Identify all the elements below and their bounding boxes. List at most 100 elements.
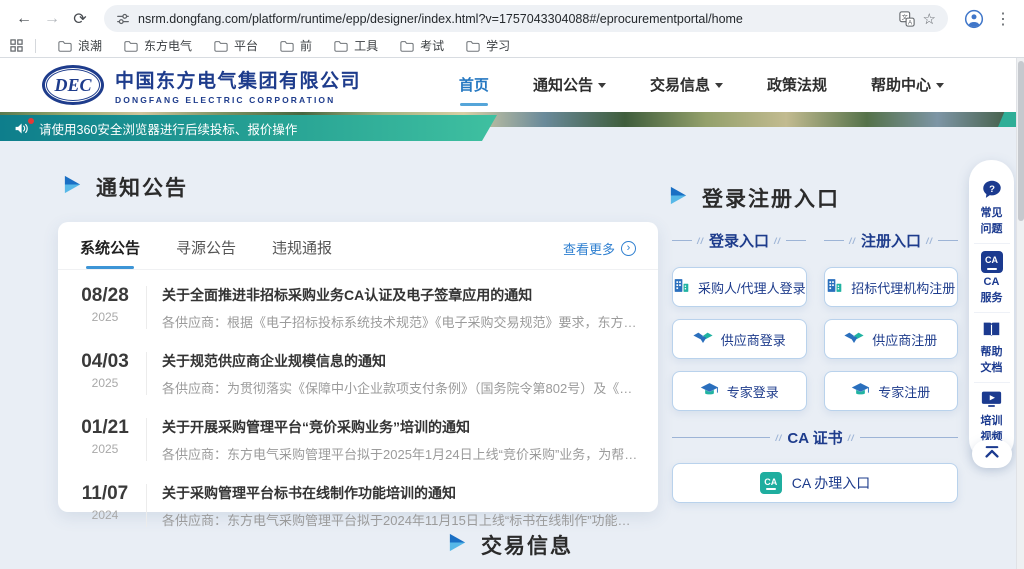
translate-icon[interactable]: 文A xyxy=(899,11,915,27)
folder-icon xyxy=(334,40,348,52)
tab-sourcing-notices[interactable]: 寻源公告 xyxy=(176,237,236,269)
refresh-button[interactable]: ⟳ xyxy=(66,6,94,32)
help-docs-shortcut[interactable]: 帮助 文档 xyxy=(974,312,1010,382)
divider xyxy=(146,484,147,527)
notice-desc: 各供应商：根据《电子招标投标系统技术规范》《电子采购交易规范》要求，东方电气采购… xyxy=(162,312,638,331)
menu-icon[interactable]: ⋮ xyxy=(992,9,1014,29)
bookmark-label: 平台 xyxy=(234,37,258,54)
folder-icon xyxy=(124,40,138,52)
section-arrow-icon xyxy=(668,185,689,211)
bookmark-folder[interactable]: 平台 xyxy=(206,35,266,56)
notice-item[interactable]: 08/28 2025 关于全面推进非招标采购业务CA认证及电子签章应用的通知 各… xyxy=(74,274,638,340)
back-to-top-button[interactable] xyxy=(972,440,1012,468)
divider: // xyxy=(697,236,704,246)
tune-icon[interactable] xyxy=(116,12,130,26)
expert-register-button[interactable]: 专家注册 xyxy=(824,371,958,411)
bookmark-folder[interactable]: 工具 xyxy=(326,35,386,56)
bookmark-star-icon[interactable]: ☆ xyxy=(923,10,936,28)
folder-icon xyxy=(400,40,414,52)
tab-system-notices[interactable]: 系统公告 xyxy=(80,237,140,269)
browser-notice-banner: 请使用360安全浏览器进行后续投标、报价操作 xyxy=(0,115,497,141)
sidebar-label: CA xyxy=(984,276,1000,289)
sidebar-label: 服务 xyxy=(981,292,1003,305)
folder-icon xyxy=(466,40,480,52)
divider: // xyxy=(849,236,856,246)
nav-home[interactable]: 首页 xyxy=(459,74,489,97)
faq-shortcut[interactable]: ? 常见 问题 xyxy=(974,172,1010,243)
ca-service-shortcut[interactable]: CA CA 服务 xyxy=(974,243,1010,312)
page-scrollbar[interactable] xyxy=(1016,58,1024,569)
divider xyxy=(672,240,692,241)
company-name-en: DONGFANG ELECTRIC CORPORATION xyxy=(115,95,361,105)
company-name-cn: 中国东方电气集团有限公司 xyxy=(115,66,361,93)
handshake-icon xyxy=(693,331,713,348)
profile-icon[interactable] xyxy=(964,9,984,29)
buyer-agent-login-button[interactable]: 采购人/代理人登录 xyxy=(672,267,807,307)
expert-login-button[interactable]: 专家登录 xyxy=(672,371,807,411)
notice-title[interactable]: 关于采购管理平台标书在线制作功能培训的通知 xyxy=(162,483,638,503)
company-logo[interactable]: DEC 中国东方电气集团有限公司 DONGFANG ELECTRIC CORPO… xyxy=(42,65,361,105)
video-icon xyxy=(981,390,1002,412)
supplier-login-button[interactable]: 供应商登录 xyxy=(672,319,807,359)
nav-policy[interactable]: 政策法规 xyxy=(767,74,827,97)
divider: // xyxy=(775,433,782,443)
notice-title[interactable]: 关于全面推进非招标采购业务CA认证及电子签章应用的通知 xyxy=(162,285,638,305)
gradcap-icon xyxy=(700,382,719,400)
divider xyxy=(786,240,806,241)
notice-title[interactable]: 关于开展采购管理平台“竞价采购业务”培训的通知 xyxy=(162,417,638,437)
handshake-icon xyxy=(844,331,864,348)
browser-chrome: ← → ⟳ nsrm.dongfang.com/platform/runtime… xyxy=(0,0,1024,58)
tab-violation-reports[interactable]: 违规通报 xyxy=(272,237,332,269)
nav-help[interactable]: 帮助中心 xyxy=(871,74,944,97)
nav-trade[interactable]: 交易信息 xyxy=(650,74,723,97)
bookmark-label: 东方电气 xyxy=(144,37,192,54)
sidebar-label: 文档 xyxy=(981,362,1003,375)
scrollbar-thumb[interactable] xyxy=(1018,61,1024,221)
main-nav: 首页 通知公告 交易信息 政策法规 帮助中心 xyxy=(459,74,944,97)
notice-body: 关于采购管理平台标书在线制作功能培训的通知 各供应商：东方电气采购管理平台拟于2… xyxy=(162,482,638,529)
chevron-down-icon xyxy=(936,83,944,88)
ca-apply-button[interactable]: CA CA 办理入口 xyxy=(672,463,958,503)
folder-icon xyxy=(58,40,72,52)
bookmark-folder[interactable]: 学习 xyxy=(458,35,518,56)
notice-item[interactable]: 11/07 2024 关于采购管理平台标书在线制作功能培训的通知 各供应商：东方… xyxy=(74,472,638,538)
button-label: 专家注册 xyxy=(878,382,930,401)
login-section-title: 登录注册入口 xyxy=(702,183,840,213)
chevron-down-icon xyxy=(715,83,723,88)
bookmark-label: 浪潮 xyxy=(78,37,102,54)
notice-date-year: 2024 xyxy=(74,508,136,522)
bookmark-label: 学习 xyxy=(486,37,510,54)
apps-grid-icon[interactable] xyxy=(10,39,23,52)
ca-badge-text: CA xyxy=(764,477,777,487)
bookmark-label: 工具 xyxy=(354,37,378,54)
notice-date-year: 2025 xyxy=(74,376,136,390)
bidding-agency-register-button[interactable]: 招标代理机构注册 xyxy=(824,267,958,307)
login-group-label: 登录入口 xyxy=(709,230,769,251)
supplier-register-button[interactable]: 供应商注册 xyxy=(824,319,958,359)
notice-date-md: 01/21 xyxy=(74,417,136,439)
url-bar[interactable]: nsrm.dongfang.com/platform/runtime/epp/d… xyxy=(104,5,948,32)
back-button[interactable]: ← xyxy=(10,6,38,32)
gradcap-icon xyxy=(851,382,870,400)
forward-button[interactable]: → xyxy=(38,6,66,32)
notice-body: 关于全面推进非招标采购业务CA认证及电子签章应用的通知 各供应商：根据《电子招标… xyxy=(162,284,638,331)
notice-desc: 各供应商：东方电气采购管理平台拟于2024年11月15日上线“标书在线制作”功能… xyxy=(162,510,638,529)
bookmark-folder[interactable]: 浪潮 xyxy=(50,35,110,56)
bookmark-folder[interactable]: 东方电气 xyxy=(116,35,200,56)
divider xyxy=(672,437,770,438)
notice-item[interactable]: 04/03 2025 关于规范供应商企业规模信息的通知 各供应商：为贯彻落实《保… xyxy=(74,340,638,406)
register-group-label: 注册入口 xyxy=(861,230,921,251)
button-label: CA 办理入口 xyxy=(792,473,871,493)
notice-title[interactable]: 关于规范供应商企业规模信息的通知 xyxy=(162,351,638,371)
folder-icon xyxy=(280,40,294,52)
divider xyxy=(146,352,147,395)
banner-text: 请使用360安全浏览器进行后续投标、报价操作 xyxy=(39,119,297,138)
notice-desc: 各供应商：为贯彻落实《保障中小企业款项支付条例》（国务院令第802号）及《中小企… xyxy=(162,378,638,397)
view-more-link[interactable]: 查看更多 › xyxy=(563,239,636,269)
quick-sidebar: ? 常见 问题 CA CA 服务 帮助 文档 培训 视频 xyxy=(969,160,1014,461)
notice-item[interactable]: 01/21 2025 关于开展采购管理平台“竞价采购业务”培训的通知 各供应商：… xyxy=(74,406,638,472)
bookmark-folder[interactable]: 考试 xyxy=(392,35,452,56)
divider: // xyxy=(848,433,855,443)
bookmark-folder[interactable]: 前 xyxy=(272,35,320,56)
nav-notices[interactable]: 通知公告 xyxy=(533,74,606,97)
